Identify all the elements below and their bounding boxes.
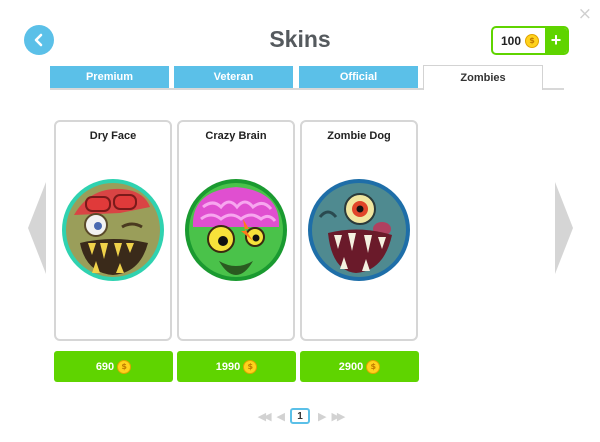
next-page-icon[interactable]: ▶	[318, 410, 327, 423]
tab-official[interactable]: Official	[299, 66, 418, 88]
add-coins-button[interactable]: +	[545, 28, 567, 53]
buy-zombie-dog-button[interactable]: 2900 $	[300, 351, 419, 382]
skin-name: Crazy Brain	[205, 130, 267, 142]
coin-icon: $	[117, 359, 132, 374]
buy-dry-face-button[interactable]: 690 $	[54, 351, 173, 382]
skin-price: 2900	[338, 360, 364, 373]
close-icon[interactable]: ×	[578, 4, 592, 24]
skin-price: 690	[95, 360, 115, 373]
skin-name: Zombie Dog	[327, 130, 391, 142]
coin-icon: $	[525, 33, 540, 48]
carousel-next-arrow[interactable]	[555, 182, 573, 274]
skin-card-zombie-dog[interactable]: Zombie Dog	[300, 120, 418, 341]
coin-icon: $	[243, 359, 258, 374]
tab-veteran[interactable]: Veteran	[174, 66, 293, 88]
coin-icon: $	[366, 359, 381, 374]
zombie-dry-face-icon	[62, 179, 164, 281]
tab-zombies[interactable]: Zombies	[423, 65, 543, 90]
skin-name: Dry Face	[89, 130, 137, 142]
skin-price: 1990	[215, 360, 241, 373]
skin-card-dry-face[interactable]: Dry Face	[54, 120, 172, 341]
zombie-dog-icon	[308, 179, 410, 281]
prev-page-icon[interactable]: ◀	[277, 410, 286, 423]
pagination: ◀◀ ◀ 1 ▶ ▶▶	[0, 408, 600, 424]
buy-crazy-brain-button[interactable]: 1990 $	[177, 351, 296, 382]
coin-balance: 100 $ +	[491, 26, 569, 55]
last-page-icon[interactable]: ▶▶	[331, 410, 345, 423]
carousel-prev-arrow[interactable]	[28, 182, 46, 274]
category-tabs: Premium Veteran Official Zombies	[50, 65, 564, 90]
tab-premium[interactable]: Premium	[50, 66, 169, 88]
first-page-icon[interactable]: ◀◀	[258, 410, 272, 423]
current-page-number[interactable]: 1	[290, 408, 310, 424]
zombie-crazy-brain-icon	[185, 179, 287, 281]
coin-balance-value: 100	[501, 33, 522, 48]
skin-card-crazy-brain[interactable]: Crazy Brain	[177, 120, 295, 341]
